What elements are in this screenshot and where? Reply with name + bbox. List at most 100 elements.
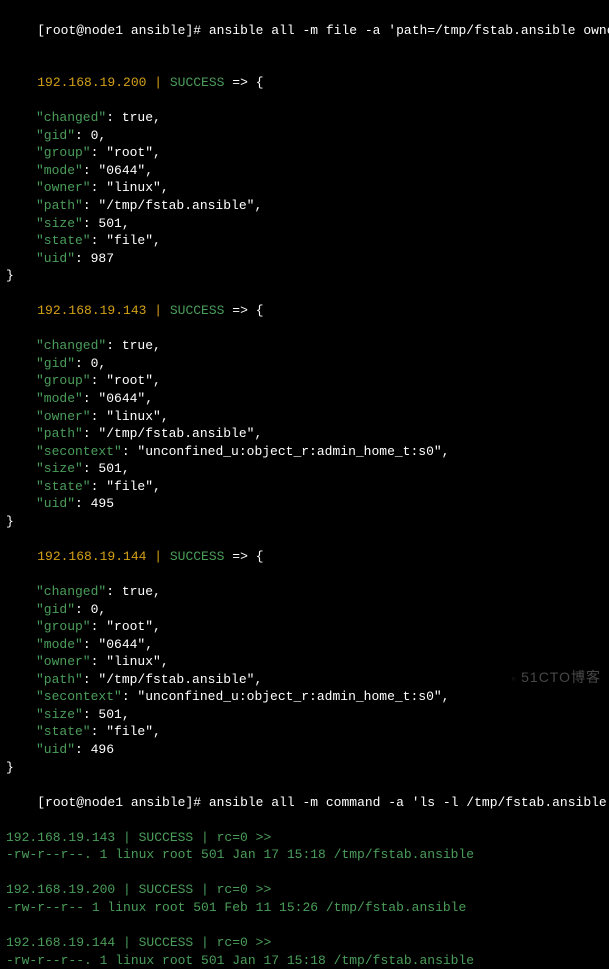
result-header: 192.168.19.200 | SUCCESS => { [6,57,603,110]
terminal-output: [root@node1 ansible]# ansible all -m fil… [6,4,603,969]
shell-prompt-line[interactable]: [root@node1 ansible]# ansible all -m com… [6,776,603,829]
blog-logo-icon: ◦ [511,669,517,688]
json-key: "mode" [36,391,83,406]
json-field: "state": "file", [6,478,603,496]
json-value: : true, [106,110,161,125]
json-value: : "linux", [91,180,169,195]
json-value: : "0644", [83,637,153,652]
shell-prompt: [root@node1 ansible]# [37,795,209,810]
json-key: "group" [36,145,91,160]
json-value: : "linux", [91,654,169,669]
json-key: "state" [36,479,91,494]
json-value: : 0, [75,128,106,143]
ls-result-header: 192.168.19.200 | SUCCESS | rc=0 >> [6,881,603,899]
json-field: "changed": true, [6,583,603,601]
json-value: : "0644", [83,391,153,406]
json-value: : 501, [83,707,130,722]
json-key: "gid" [36,128,75,143]
json-value: : "root", [91,619,161,634]
json-field: "mode": "0644", [6,162,603,180]
json-key: "owner" [36,409,91,424]
blank-line [6,916,603,934]
json-close: } [6,759,603,777]
json-field: "uid": 496 [6,741,603,759]
json-value: : 501, [83,461,130,476]
json-field: "size": 501, [6,215,603,233]
json-value: : "0644", [83,163,153,178]
json-key: "path" [36,198,83,213]
ls-result-header: 192.168.19.143 | SUCCESS | rc=0 >> [6,829,603,847]
json-key: "changed" [36,584,106,599]
json-field: "group": "root", [6,144,603,162]
json-key: "uid" [36,496,75,511]
result-header: 192.168.19.143 | SUCCESS => { [6,285,603,338]
json-key: "changed" [36,338,106,353]
json-field: "changed": true, [6,109,603,127]
json-key: "secontext" [36,444,122,459]
json-field: "state": "file", [6,723,603,741]
json-key: "group" [36,373,91,388]
shell-prompt: [root@node1 ansible]# [37,23,209,38]
json-field: "uid": 987 [6,250,603,268]
json-value: : "file", [91,724,161,739]
json-field: "owner": "linux", [6,408,603,426]
json-close: } [6,513,603,531]
json-key: "mode" [36,637,83,652]
json-field: "changed": true, [6,337,603,355]
json-value: : "/tmp/fstab.ansible", [83,672,262,687]
ls-host: 192.168.19.143 | SUCCESS | rc=0 >> [6,830,271,845]
json-key: "state" [36,724,91,739]
json-value: : "/tmp/fstab.ansible", [83,426,262,441]
json-field: "path": "/tmp/fstab.ansible", [6,425,603,443]
json-value: : 0, [75,602,106,617]
json-field: "mode": "0644", [6,636,603,654]
json-field: "group": "root", [6,372,603,390]
json-key: "mode" [36,163,83,178]
json-field: "gid": 0, [6,355,603,373]
json-value: : "unconfined_u:object_r:admin_home_t:s0… [122,689,450,704]
ls-output: -rw-r--r--. 1 linux root 501 Jan 17 15:1… [6,952,603,969]
json-field: "path": "/tmp/fstab.ansible", [6,197,603,215]
ls-result-header: 192.168.19.144 | SUCCESS | rc=0 >> [6,934,603,952]
json-field: "mode": "0644", [6,390,603,408]
json-value: : 496 [75,742,114,757]
json-value: : true, [106,338,161,353]
json-key: "state" [36,233,91,248]
json-value: : "root", [91,145,161,160]
json-value: : 501, [83,216,130,231]
blank-line [6,864,603,882]
json-field: "secontext": "unconfined_u:object_r:admi… [6,443,603,461]
json-value: : "file", [91,479,161,494]
json-value: : 495 [75,496,114,511]
result-header: 192.168.19.144 | SUCCESS => { [6,530,603,583]
json-key: "owner" [36,180,91,195]
watermark: ◦51CTO博客 [511,668,601,688]
json-value: : 987 [75,251,114,266]
shell-command: ansible all -m file -a 'path=/tmp/fstab.… [209,23,609,38]
json-key: "group" [36,619,91,634]
json-field: "state": "file", [6,232,603,250]
json-key: "gid" [36,602,75,617]
json-value: : true, [106,584,161,599]
json-field: "owner": "linux", [6,179,603,197]
json-field: "uid": 495 [6,495,603,513]
json-value: : "linux", [91,409,169,424]
json-key: "secontext" [36,689,122,704]
json-value: : "file", [91,233,161,248]
shell-prompt-line[interactable]: [root@node1 ansible]# ansible all -m fil… [6,4,603,57]
json-key: "size" [36,216,83,231]
ls-output: -rw-r--r-- 1 linux root 501 Feb 11 15:26… [6,899,603,917]
json-key: "size" [36,461,83,476]
json-key: "uid" [36,742,75,757]
ls-output: -rw-r--r--. 1 linux root 501 Jan 17 15:1… [6,846,603,864]
json-key: "gid" [36,356,75,371]
json-field: "gid": 0, [6,601,603,619]
shell-command: ansible all -m command -a 'ls -l /tmp/fs… [209,795,609,810]
ls-host: 192.168.19.144 | SUCCESS | rc=0 >> [6,935,271,950]
json-key: "size" [36,707,83,722]
json-close: } [6,267,603,285]
json-field: "size": 501, [6,460,603,478]
json-key: "path" [36,426,83,441]
json-key: "uid" [36,251,75,266]
json-value: : "root", [91,373,161,388]
